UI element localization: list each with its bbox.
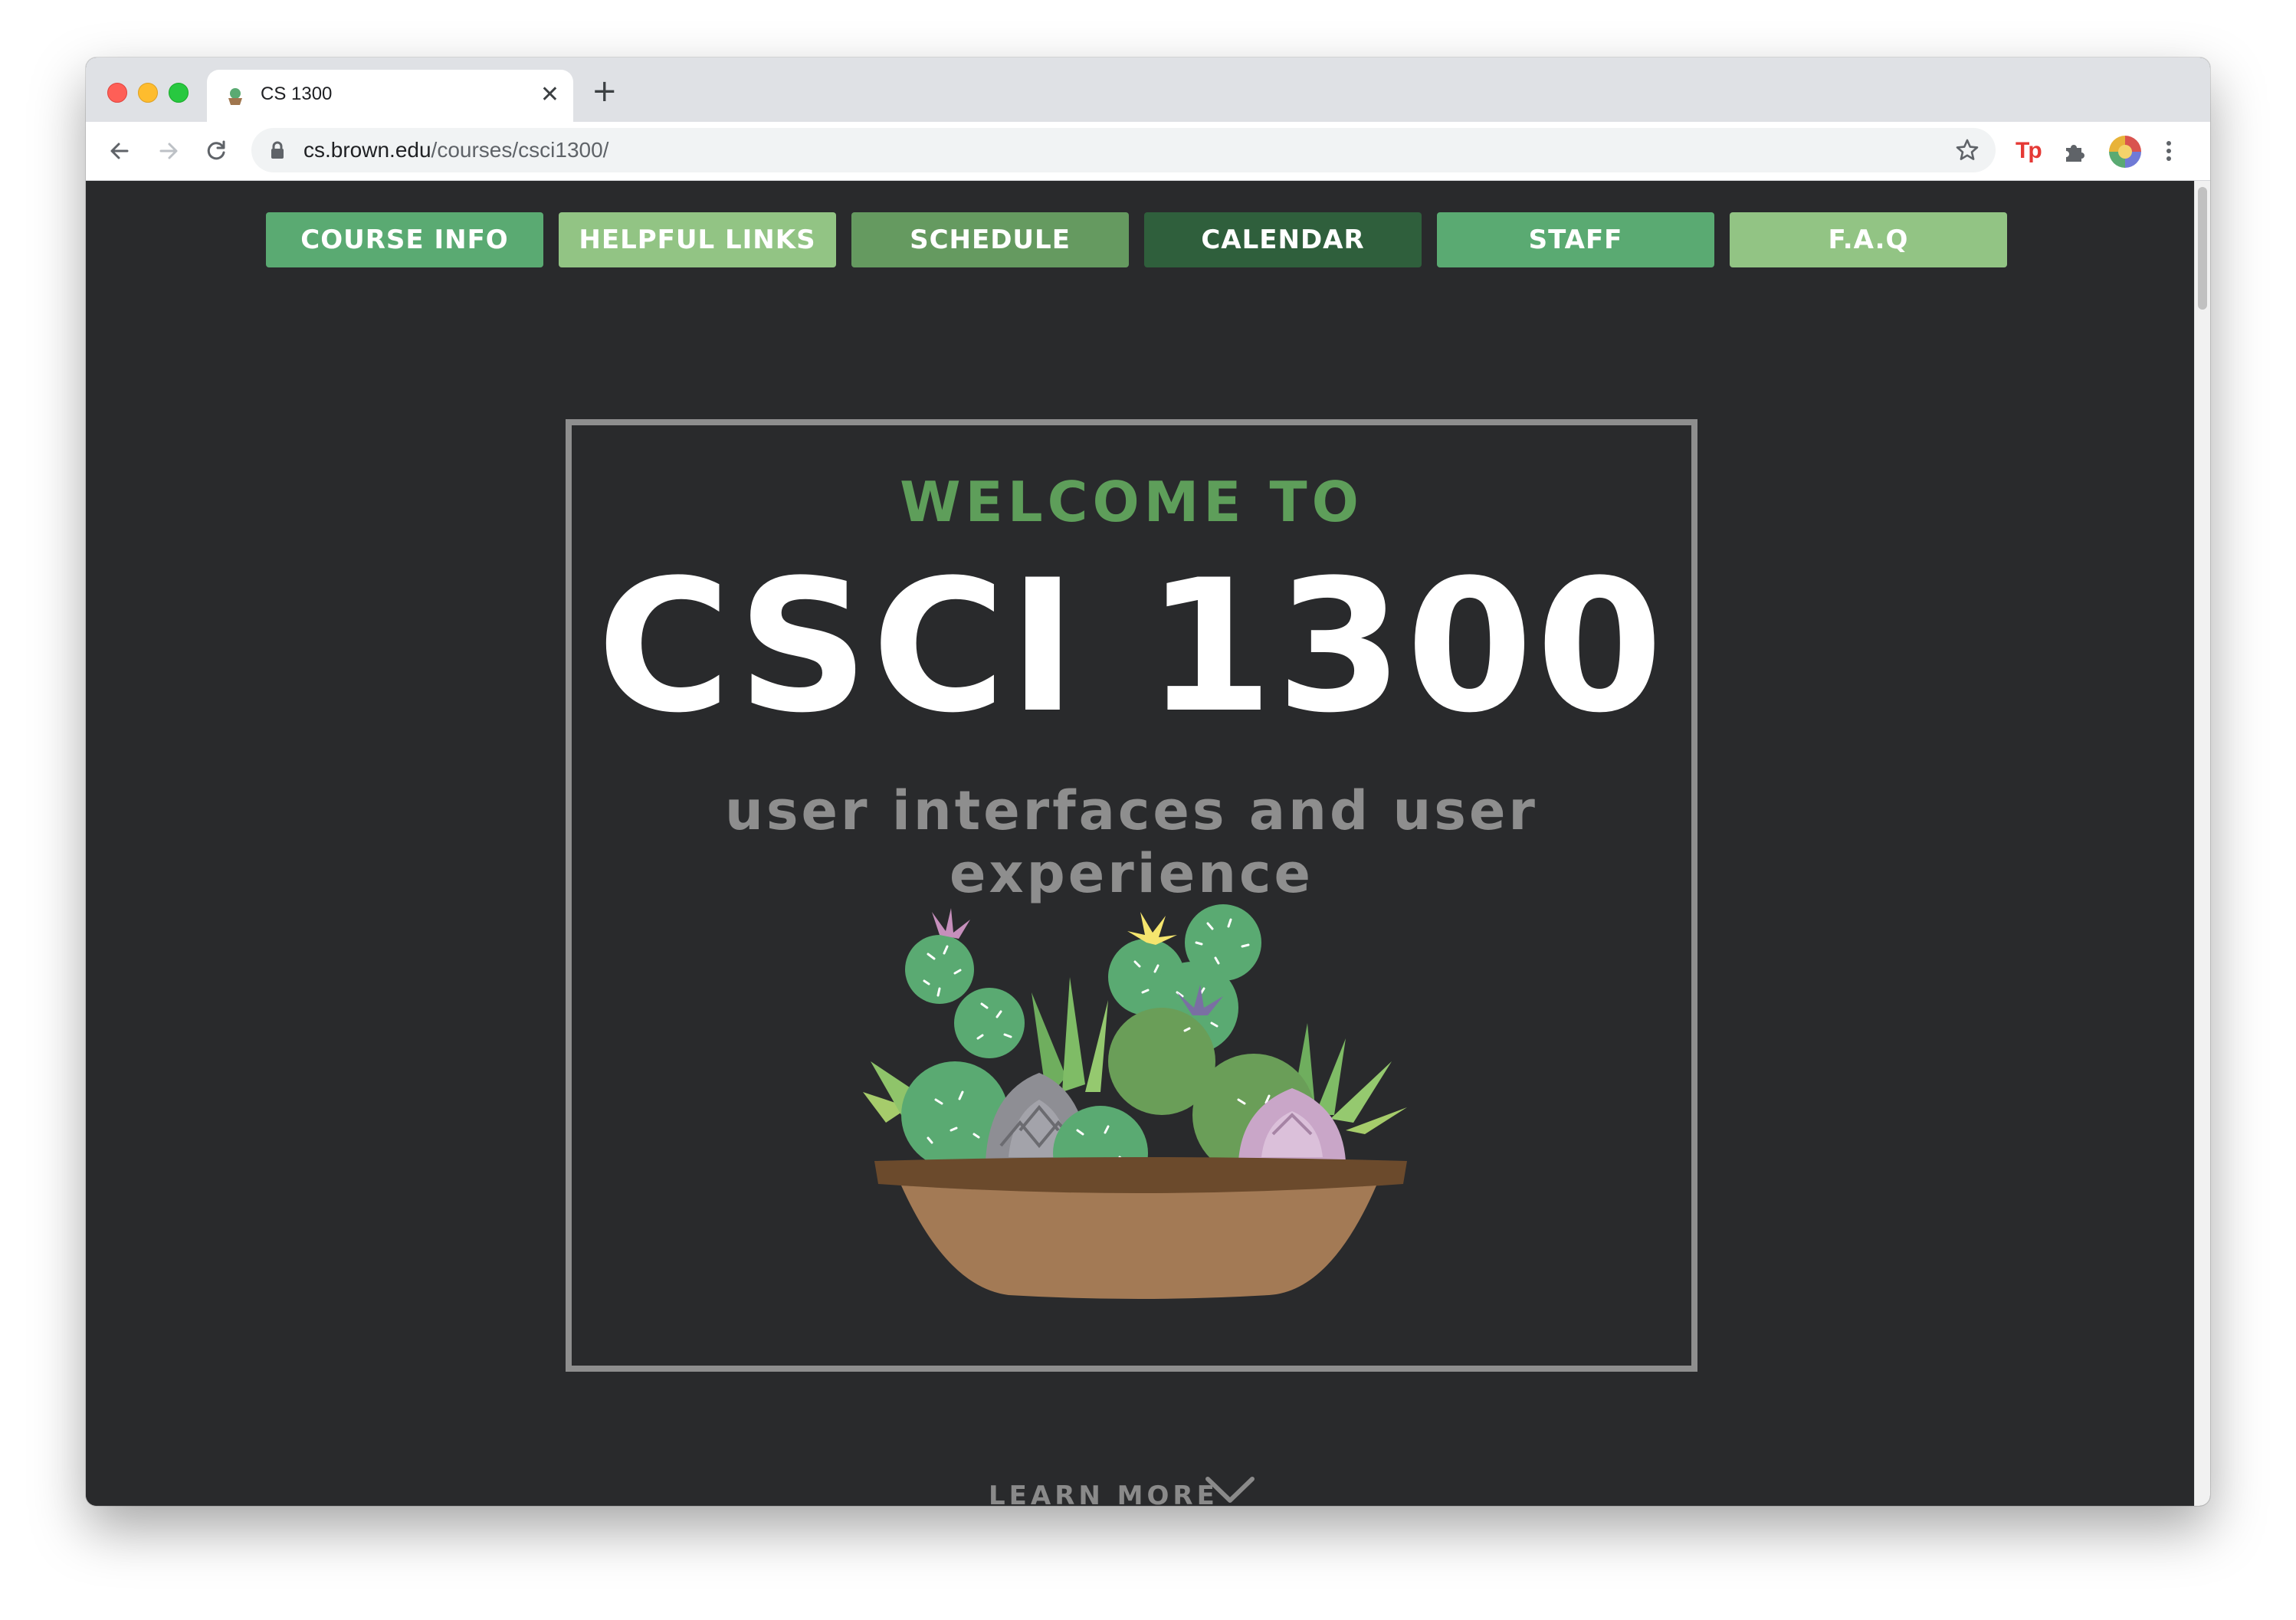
- course-subtitle: user interfaces and user experience: [725, 779, 1538, 905]
- clay-bowl: [874, 1157, 1407, 1299]
- lock-icon: [271, 141, 284, 159]
- cactus-favicon-icon: [228, 88, 242, 105]
- hero-frame: WELCOME TO CSCI 1300 user interfaces and…: [566, 419, 1697, 1372]
- chevron-down-icon[interactable]: [1205, 1474, 1255, 1505]
- minimize-window-button[interactable]: [138, 83, 158, 103]
- avatar-image-icon: [2109, 136, 2141, 168]
- page-scrollbar[interactable]: [2194, 181, 2210, 1506]
- course-title: CSCI 1300: [597, 541, 1666, 753]
- url-text: cs.brown.edu/courses/csci1300/: [303, 138, 608, 162]
- page-viewport: COURSE INFO HELPFUL LINKS SCHEDULE CALEN…: [86, 181, 2195, 1506]
- scrollbar-thumb[interactable]: [2198, 187, 2207, 310]
- tab-title: CS 1300: [261, 84, 333, 104]
- close-window-button[interactable]: [107, 83, 127, 103]
- new-tab-button[interactable]: +: [592, 73, 618, 110]
- forward-arrow-icon[interactable]: [155, 137, 182, 165]
- url-host: cs.brown.edu: [303, 138, 431, 162]
- nav-staff[interactable]: STAFF: [1437, 212, 1714, 267]
- nav-calendar[interactable]: CALENDAR: [1144, 212, 1422, 267]
- tab-close-icon[interactable]: ✕: [540, 82, 559, 108]
- nav-helpful-links[interactable]: HELPFUL LINKS: [559, 212, 836, 267]
- tab-bar: CS 1300 ✕ +: [86, 57, 2210, 122]
- extensions-puzzle-icon[interactable]: [2061, 139, 2088, 165]
- cactus-tall-left: [954, 988, 1025, 1058]
- url-path: /courses/csci1300/: [431, 138, 609, 162]
- nav-schedule[interactable]: SCHEDULE: [851, 212, 1129, 267]
- profile-avatar[interactable]: [2109, 136, 2141, 168]
- welcome-heading: WELCOME TO: [900, 470, 1363, 534]
- learn-more-link[interactable]: LEARN MORE: [989, 1481, 1219, 1506]
- reload-icon[interactable]: [202, 137, 230, 165]
- tab-cs1300[interactable]: CS 1300 ✕: [207, 70, 573, 122]
- nav-faq[interactable]: F.A.Q: [1730, 212, 2007, 267]
- nav-course-info[interactable]: COURSE INFO: [266, 212, 543, 267]
- browser-toolbar: cs.brown.edu/courses/csci1300/ Tp: [86, 122, 2210, 181]
- back-arrow-icon[interactable]: [106, 137, 133, 165]
- bookmark-star-icon[interactable]: [1954, 137, 1980, 163]
- address-bar[interactable]: cs.brown.edu/courses/csci1300/: [251, 128, 1996, 172]
- more-menu-icon[interactable]: [2163, 137, 2175, 165]
- maximize-window-button[interactable]: [169, 83, 189, 103]
- browser-window: CS 1300 ✕ + cs.brown.edu/courses/csci130…: [86, 57, 2210, 1506]
- succulent-bowl-illustration: [863, 904, 1407, 1299]
- extension-tp-icon[interactable]: Tp: [2016, 136, 2042, 166]
